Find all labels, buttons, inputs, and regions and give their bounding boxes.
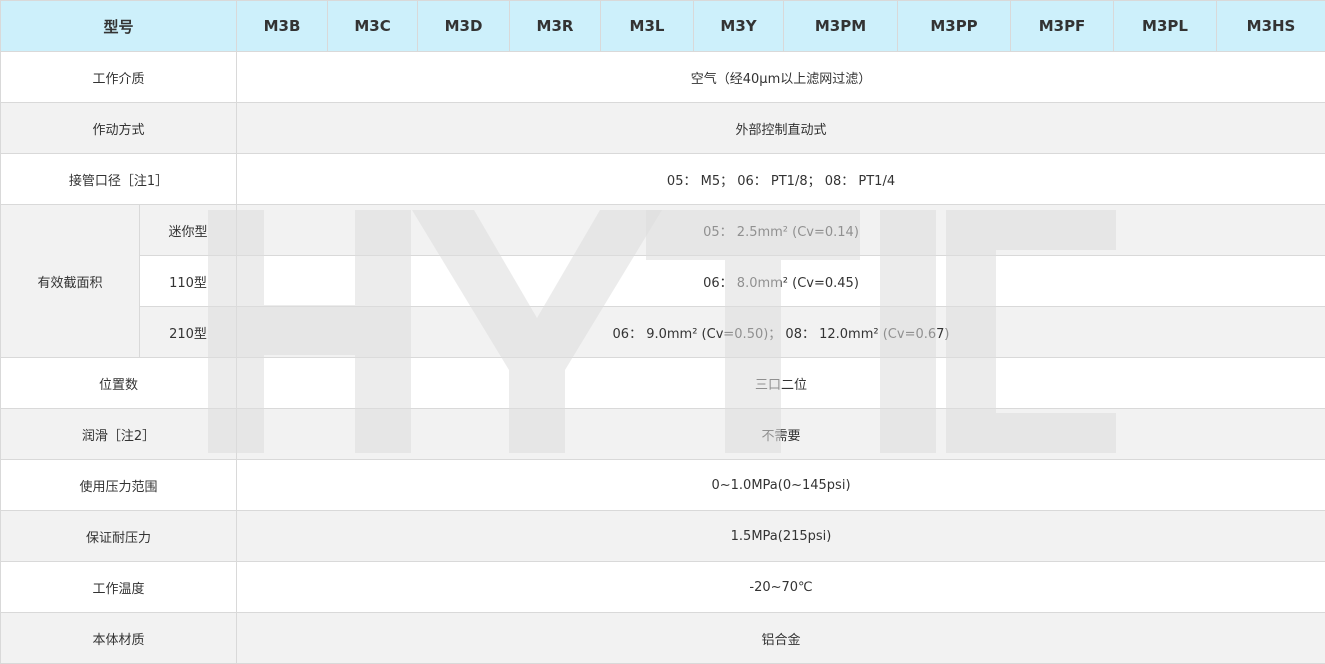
table-row: 210型 06： 9.0mm² (Cv=0.50)； 08： 12.0mm² (…	[1, 306, 1325, 358]
row-value: 外部控制直动式	[236, 102, 1325, 154]
row-label: 作动方式	[0, 102, 238, 154]
header-row: 型号 M3B M3C M3D M3R M3L M3Y M3PM M3PP M3P…	[0, 0, 1325, 52]
row-label: 润滑［注2］	[0, 408, 238, 460]
table-row: 本体材质 铝合金	[0, 612, 1325, 664]
sub-row-label: 210型	[138, 306, 238, 358]
table-row: 使用压力范围 0~1.0MPa(0~145psi)	[0, 459, 1325, 511]
model-header-cell: M3D	[417, 0, 511, 52]
table-row: 接管口径［注1］ 05： M5； 06： PT1/8； 08： PT1/4	[0, 153, 1325, 205]
row-value: 0~1.0MPa(0~145psi)	[236, 459, 1325, 511]
row-value: 不需要	[236, 408, 1325, 460]
row-value: 05： 2.5mm² (Cv=0.14)	[236, 204, 1325, 256]
row-label: 保证耐压力	[0, 510, 238, 562]
row-value: 1.5MPa(215psi)	[236, 510, 1325, 562]
sub-row-label: 迷你型	[138, 204, 238, 256]
spec-table: 型号 M3B M3C M3D M3R M3L M3Y M3PM M3PP M3P…	[0, 0, 1325, 664]
sub-row-label: 110型	[138, 255, 238, 307]
row-value: 05： M5； 06： PT1/8； 08： PT1/4	[236, 153, 1325, 205]
model-header-cell: M3Y	[693, 0, 785, 52]
row-label: 工作温度	[0, 561, 238, 613]
row-value: 三口二位	[236, 357, 1325, 409]
row-label: 有效截面积	[0, 204, 140, 358]
row-value: 铝合金	[236, 612, 1325, 664]
table-row: 工作介质 空气（经40μm以上滤网过滤）	[0, 51, 1325, 103]
row-value: 06： 9.0mm² (Cv=0.50)； 08： 12.0mm² (Cv=0.…	[236, 306, 1325, 358]
table-row: 110型 06： 8.0mm² (Cv=0.45)	[1, 255, 1325, 307]
row-label: 工作介质	[0, 51, 238, 103]
model-header-cell: M3R	[509, 0, 602, 52]
model-header-cell: M3L	[600, 0, 695, 52]
row-label: 位置数	[0, 357, 238, 409]
model-header-cell: M3PP	[897, 0, 1012, 52]
row-value: 空气（经40μm以上滤网过滤）	[236, 51, 1325, 103]
model-header-cell: M3PL	[1113, 0, 1218, 52]
row-value: 06： 8.0mm² (Cv=0.45)	[236, 255, 1325, 307]
table-row: 润滑［注2］ 不需要	[0, 408, 1325, 460]
model-header-cell: M3B	[236, 0, 329, 52]
row-label: 接管口径［注1］	[0, 153, 238, 205]
table-row: 作动方式 外部控制直动式	[0, 102, 1325, 154]
table-row: 保证耐压力 1.5MPa(215psi)	[0, 510, 1325, 562]
model-header-cell: M3PM	[783, 0, 899, 52]
row-value: -20~70℃	[236, 561, 1325, 613]
table-row: 工作温度 -20~70℃	[0, 561, 1325, 613]
table-row: 位置数 三口二位	[0, 357, 1325, 409]
model-header-cell: M3C	[327, 0, 419, 52]
row-label: 本体材质	[0, 612, 238, 664]
table-row: 有效截面积 迷你型 05： 2.5mm² (Cv=0.14)	[0, 204, 1325, 358]
model-header-cell: M3HS	[1216, 0, 1325, 52]
row-label: 使用压力范围	[0, 459, 238, 511]
model-header-cell: M3PF	[1010, 0, 1115, 52]
model-header-label: 型号	[0, 0, 238, 52]
